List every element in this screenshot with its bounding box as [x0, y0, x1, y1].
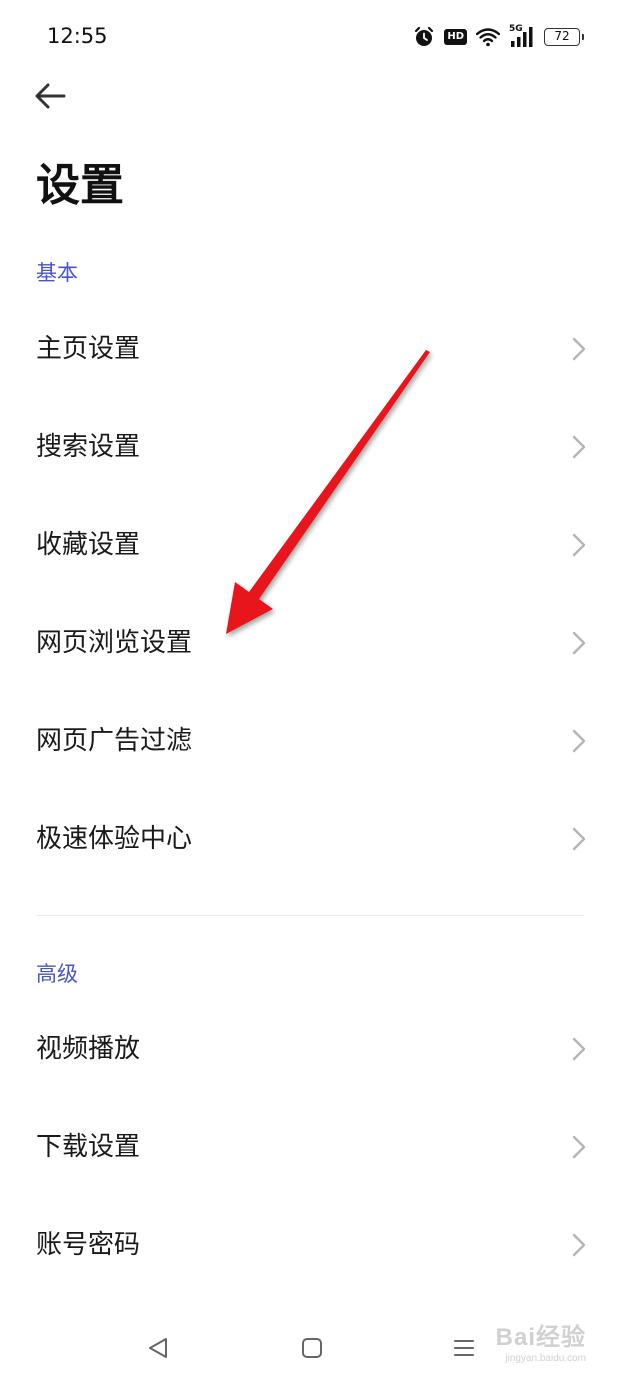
menu-item-search-settings[interactable]: 搜索设置 — [0, 399, 620, 497]
menu-item-label: 主页设置 — [36, 334, 141, 364]
hd-icon: HD — [444, 29, 467, 45]
menu-item-account-password[interactable]: 账号密码 — [0, 1197, 620, 1295]
section-divider — [36, 915, 584, 916]
chevron-right-icon — [572, 1037, 586, 1061]
menu-item-label: 视频播放 — [36, 1034, 141, 1064]
page-title: 设置 — [36, 160, 124, 211]
menu-item-ad-filter[interactable]: 网页广告过滤 — [0, 693, 620, 791]
status-bar: 12:55 HD 5G 72 — [0, 0, 620, 76]
watermark-url: jingyan.baidu.com — [505, 1353, 586, 1364]
status-time: 12:55 — [47, 24, 108, 48]
menu-item-label: 网页广告过滤 — [36, 726, 193, 756]
menu-item-label: 极速体验中心 — [36, 824, 193, 854]
chevron-right-icon — [572, 729, 586, 753]
section-header-advanced: 高级 — [36, 962, 78, 986]
recents-menu-icon — [454, 1340, 474, 1356]
menu-item-speed-center[interactable]: 极速体验中心 — [0, 791, 620, 889]
battery-icon: 72 — [544, 28, 584, 46]
menu-item-browsing-settings[interactable]: 网页浏览设置 — [0, 595, 620, 693]
menu-item-label: 网页浏览设置 — [36, 628, 193, 658]
watermark: Bai经验 jingyan.baidu.com — [496, 1326, 586, 1364]
arrow-left-icon — [35, 83, 66, 109]
chevron-right-icon — [572, 435, 586, 459]
menu-item-label: 收藏设置 — [36, 530, 141, 560]
nav-recents-button[interactable] — [446, 1330, 482, 1366]
menu-item-favorites-settings[interactable]: 收藏设置 — [0, 497, 620, 595]
menu-item-label: 搜索设置 — [36, 432, 141, 462]
menu-item-download-settings[interactable]: 下载设置 — [0, 1099, 620, 1197]
cellular-signal-icon: 5G — [509, 24, 535, 48]
home-square-icon — [302, 1338, 322, 1358]
network-type-label: 5G — [509, 24, 523, 34]
chevron-right-icon — [572, 533, 586, 557]
section-header-basic: 基本 — [36, 261, 78, 285]
menu-item-label: 下载设置 — [36, 1132, 141, 1162]
back-button[interactable] — [28, 74, 72, 118]
alarm-icon — [413, 26, 435, 48]
wifi-icon — [476, 27, 500, 47]
menu-item-label: 账号密码 — [36, 1230, 141, 1260]
nav-back-button[interactable] — [140, 1330, 176, 1366]
nav-home-button[interactable] — [294, 1330, 330, 1366]
watermark-logo: Bai经验 — [495, 1324, 586, 1351]
chevron-right-icon — [572, 1135, 586, 1159]
menu-item-video-playback[interactable]: 视频播放 — [0, 1001, 620, 1099]
chevron-right-icon — [572, 631, 586, 655]
menu-item-homepage-settings[interactable]: 主页设置 — [0, 301, 620, 399]
chevron-right-icon — [572, 1233, 586, 1257]
status-icons: HD 5G 72 — [413, 24, 584, 50]
back-triangle-icon — [149, 1338, 167, 1358]
chevron-right-icon — [572, 337, 586, 361]
chevron-right-icon — [572, 827, 586, 851]
